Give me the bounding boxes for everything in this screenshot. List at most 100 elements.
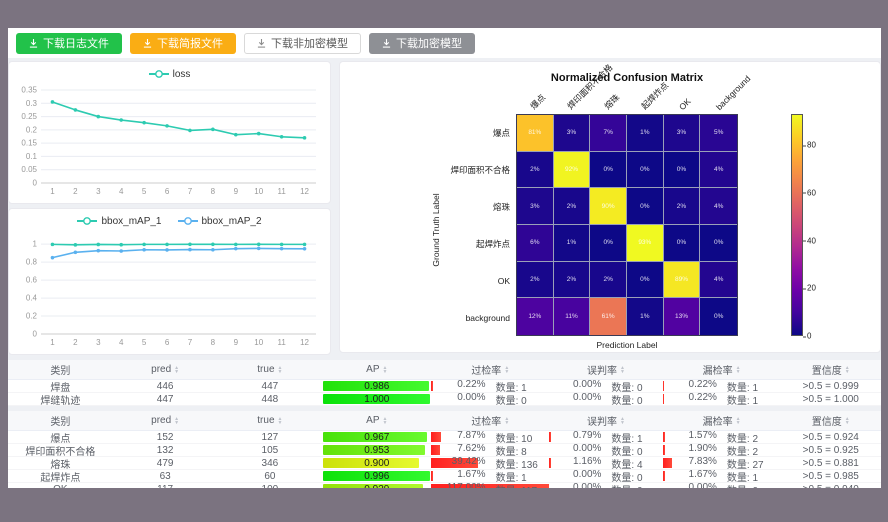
svg-text:0.2: 0.2 <box>26 125 38 134</box>
matrix-cell: 81% <box>517 115 554 152</box>
metrics-table: 类别pred▲▼true▲▼AP▲▼过检率▲▼误判率▲▼漏检率▲▼置信度▲▼爆点… <box>8 411 881 488</box>
matrix-cell: 3% <box>664 115 701 152</box>
download-icon <box>29 39 38 48</box>
button-label: 下载简报文件 <box>157 35 223 51</box>
svg-text:12: 12 <box>300 187 309 196</box>
column-header[interactable]: 漏检率▲▼ <box>663 360 781 379</box>
pred-count-cell: 117 <box>113 483 218 488</box>
over-detect-cell: 117.00%数量: 117 <box>431 483 549 488</box>
toolbar: 下载日志文件 下载简报文件 下载非加密模型 下载加密模型 <box>8 28 881 58</box>
pred-count-cell: 479 <box>113 457 218 469</box>
loss-chart-card: loss 00.050.10.150.20.250.30.35123456789… <box>8 61 331 204</box>
svg-text:8: 8 <box>211 187 216 196</box>
matrix-cell: 3% <box>517 188 554 225</box>
column-header[interactable]: 误判率▲▼ <box>549 360 662 379</box>
download-log-button[interactable]: 下载日志文件 <box>16 33 122 54</box>
true-count-cell: 448 <box>218 393 323 405</box>
sort-icon[interactable]: ▲▼ <box>736 366 741 374</box>
legend-label: loss <box>173 69 191 80</box>
pred-count-cell: 446 <box>113 380 218 392</box>
matrix-cell: 2% <box>517 262 554 299</box>
legend-item-bbox-map-1[interactable]: bbox_mAP_1 <box>77 216 161 227</box>
svg-text:9: 9 <box>234 187 239 196</box>
legend-item-bbox-map-2[interactable]: bbox_mAP_2 <box>178 216 262 227</box>
matrix-cell: 0% <box>700 225 737 262</box>
misjudge-cell: 0.00%数量: 0 <box>549 444 662 456</box>
column-header[interactable]: true▲▼ <box>218 411 323 430</box>
column-header[interactable]: 置信度▲▼ <box>781 411 881 430</box>
misjudge-cell: 1.16%数量: 4 <box>549 457 662 469</box>
download-encrypted-model-button[interactable]: 下载加密模型 <box>369 33 475 54</box>
column-header[interactable]: 漏检率▲▼ <box>663 411 781 430</box>
download-plain-model-button[interactable]: 下载非加密模型 <box>244 33 361 54</box>
table-row: 焊盘4464470.9860.22%数量: 10.00%数量: 00.22%数量… <box>8 380 881 393</box>
matrix-cell: 0% <box>664 152 701 189</box>
svg-text:6: 6 <box>165 338 170 347</box>
matrix-row-label: 爆点 <box>340 127 510 139</box>
pred-count-cell: 152 <box>113 431 218 443</box>
column-header[interactable]: 误判率▲▼ <box>549 411 662 430</box>
column-header: 类别 <box>8 360 113 379</box>
sort-icon[interactable]: ▲▼ <box>504 366 509 374</box>
legend-label: bbox_mAP_1 <box>101 216 161 227</box>
column-header[interactable]: pred▲▼ <box>113 360 218 379</box>
svg-text:11: 11 <box>277 187 286 196</box>
true-count-cell: 127 <box>218 431 323 443</box>
matrix-cell: 7% <box>590 115 627 152</box>
matrix-cell: 13% <box>664 298 701 335</box>
sort-icon[interactable]: ▲▼ <box>383 366 388 374</box>
download-report-button[interactable]: 下载简报文件 <box>130 33 236 54</box>
svg-text:0.2: 0.2 <box>26 312 38 321</box>
matrix-cell: 89% <box>664 262 701 299</box>
legend-item-loss[interactable]: loss <box>149 69 191 80</box>
sort-icon[interactable]: ▲▼ <box>278 417 283 425</box>
column-header[interactable]: 置信度▲▼ <box>781 360 881 379</box>
map-line-chart: 00.20.40.60.81123456789101112 <box>11 231 326 349</box>
matrix-cell: 0% <box>590 225 627 262</box>
confidence-cell: >0.5 = 0.999 <box>781 380 881 392</box>
svg-text:2: 2 <box>73 187 78 196</box>
column-header[interactable]: 过检率▲▼ <box>431 360 549 379</box>
svg-text:7: 7 <box>188 338 193 347</box>
column-header[interactable]: AP▲▼ <box>322 360 431 379</box>
true-count-cell: 100 <box>218 483 323 488</box>
column-header[interactable]: 过检率▲▼ <box>431 411 549 430</box>
column-header[interactable]: pred▲▼ <box>113 411 218 430</box>
svg-text:3: 3 <box>96 338 101 347</box>
matrix-column-label: 熔珠 <box>602 91 623 112</box>
matrix-cell: 61% <box>590 298 627 335</box>
sort-icon[interactable]: ▲▼ <box>278 366 283 374</box>
matrix-cell: 3% <box>554 115 591 152</box>
sort-icon[interactable]: ▲▼ <box>383 417 388 425</box>
metrics-tables: 类别pred▲▼true▲▼AP▲▼过检率▲▼误判率▲▼漏检率▲▼置信度▲▼焊盘… <box>8 360 881 488</box>
sort-icon[interactable]: ▲▼ <box>620 366 625 374</box>
sort-icon[interactable]: ▲▼ <box>845 417 850 425</box>
svg-text:1: 1 <box>50 338 55 347</box>
miss-detect-cell: 1.90%数量: 2 <box>663 444 781 456</box>
matrix-cell: 2% <box>517 152 554 189</box>
true-count-cell: 447 <box>218 380 323 392</box>
sort-icon[interactable]: ▲▼ <box>620 417 625 425</box>
matrix-cell: 4% <box>700 188 737 225</box>
confusion-matrix-card: Normalized Confusion Matrix 爆点焊印面积不合格熔珠起… <box>339 61 881 353</box>
sort-icon[interactable]: ▲▼ <box>736 417 741 425</box>
svg-text:0.15: 0.15 <box>21 139 37 148</box>
column-header[interactable]: AP▲▼ <box>322 411 431 430</box>
sort-icon[interactable]: ▲▼ <box>845 366 850 374</box>
matrix-column-label: 爆点 <box>528 91 549 112</box>
map-chart-legend: bbox_mAP_1 bbox_mAP_2 <box>11 211 328 231</box>
sort-icon[interactable]: ▲▼ <box>174 417 179 425</box>
column-header[interactable]: true▲▼ <box>218 360 323 379</box>
map-chart-card: bbox_mAP_1 bbox_mAP_2 00.20.40.60.811234… <box>8 208 331 355</box>
category-cell: 爆点 <box>8 431 113 443</box>
sort-icon[interactable]: ▲▼ <box>504 417 509 425</box>
loss-chart-legend: loss <box>11 64 328 84</box>
category-cell: 焊缝轨迹 <box>8 393 113 405</box>
matrix-cell: 1% <box>627 115 664 152</box>
svg-text:9: 9 <box>234 338 239 347</box>
svg-text:4: 4 <box>119 338 124 347</box>
sort-icon[interactable]: ▲▼ <box>174 366 179 374</box>
colorbar-tick-label: 40 <box>807 236 816 245</box>
matrix-cell: 2% <box>554 188 591 225</box>
line-marker-icon <box>149 69 169 79</box>
